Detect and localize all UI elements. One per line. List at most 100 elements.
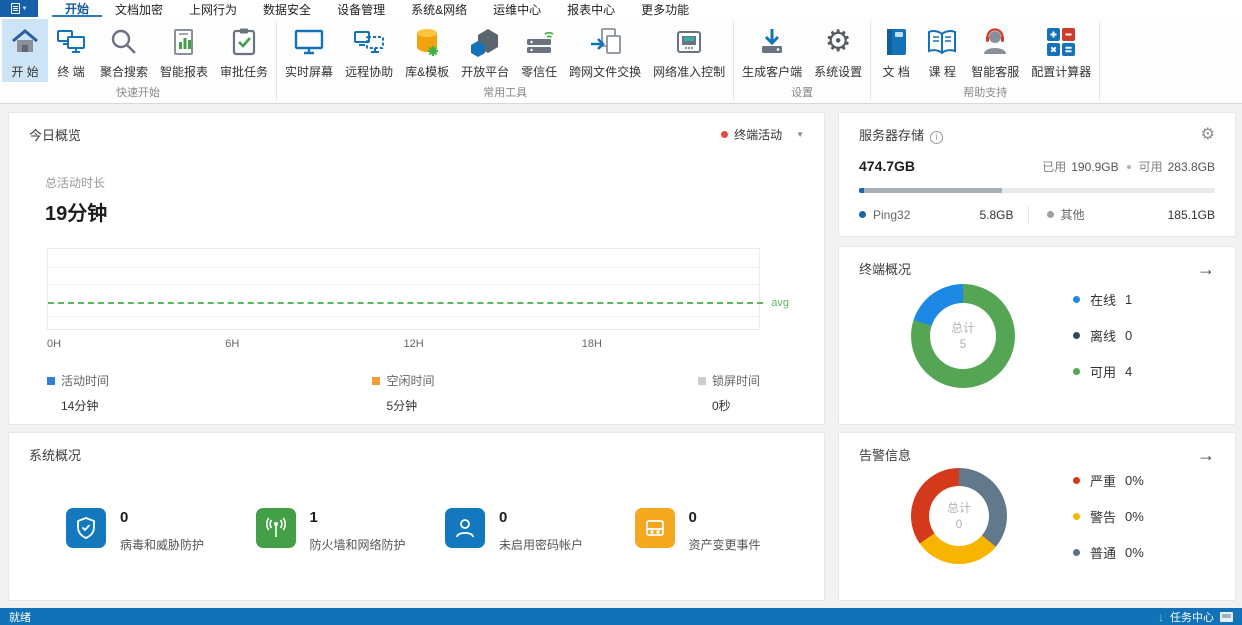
alerts-donut-chart: 总计 0 bbox=[911, 468, 1007, 564]
metric-value: 19分钟 bbox=[45, 197, 824, 226]
stat-firewall-protection[interactable]: 1防火墙和网络防护 bbox=[256, 508, 446, 553]
legend-dot bbox=[1073, 549, 1080, 556]
alerts-legend: 严重0% 警告0% 普通0% bbox=[1073, 471, 1205, 562]
stat-password-accounts[interactable]: 0未启用密码帐户 bbox=[445, 508, 635, 553]
tab-more[interactable]: 更多功能 bbox=[628, 0, 702, 17]
zero-trust-button[interactable]: 零信任 bbox=[515, 19, 563, 82]
task-center-button[interactable]: 任务中心 bbox=[1170, 609, 1214, 625]
legend-dot bbox=[1073, 296, 1080, 303]
terminal-button[interactable]: 终 端 bbox=[48, 19, 94, 82]
legend-dot bbox=[1073, 368, 1080, 375]
shield-check-icon bbox=[66, 508, 106, 548]
gear-icon: ⚙ bbox=[825, 24, 852, 60]
legend-dot bbox=[1073, 477, 1080, 484]
system-stats: 0病毒和威胁防护 1防火墙和网络防护 0未启用密码帐户 0资产变更事件 bbox=[9, 508, 824, 553]
tab-ops-center[interactable]: 运维中心 bbox=[480, 0, 554, 17]
legend-normal: 普通0% bbox=[1073, 543, 1205, 562]
arrow-right-icon[interactable]: → bbox=[1197, 448, 1215, 462]
legend-dot bbox=[1047, 211, 1054, 218]
report-icon bbox=[168, 24, 200, 60]
signal-icon bbox=[256, 508, 296, 548]
terminal-overview-card: 终端概况 → 总计 5 在线1 离线0 bbox=[838, 246, 1236, 425]
legend-available: 可用4 bbox=[1073, 362, 1205, 381]
card-title-terminal: 终端概况 bbox=[859, 259, 911, 278]
today-overview-card: 今日概览 终端活动 ▼ 总活动时长 19分钟 avg bbox=[8, 112, 825, 425]
status-ready-text: 就绪 bbox=[9, 609, 31, 625]
tab-doc-encryption[interactable]: 文档加密 bbox=[102, 0, 176, 17]
ribbon-group-common-tools: 实时屏幕 远程协助 库&模板 开放平台 零信任 bbox=[277, 17, 733, 103]
legend-swatch bbox=[698, 377, 706, 385]
storage-free-value: 283.8GB bbox=[1168, 160, 1215, 174]
alerts-card: 告警信息 → 总计 0 严重0% 警告0% bbox=[838, 432, 1236, 601]
chevron-down-icon: ▼ bbox=[22, 6, 28, 12]
clipboard-check-icon bbox=[228, 24, 260, 60]
total-activity-metric: 总活动时长 19分钟 bbox=[45, 174, 824, 226]
remote-monitors-icon bbox=[352, 24, 386, 60]
system-overview-card: 系统概况 0病毒和威胁防护 1防火墙和网络防护 0未启用密码帐户 bbox=[8, 432, 825, 601]
legend-dot bbox=[859, 211, 866, 218]
live-screen-button[interactable]: 实时屏幕 bbox=[279, 19, 339, 82]
tab-home[interactable]: 开始 bbox=[52, 0, 102, 17]
legend-warning: 警告0% bbox=[1073, 507, 1205, 526]
courses-button[interactable]: 课 程 bbox=[919, 19, 965, 82]
tab-report-center[interactable]: 报表中心 bbox=[554, 0, 628, 17]
stat-virus-protection[interactable]: 0病毒和威胁防护 bbox=[66, 508, 256, 553]
aggregate-search-button[interactable]: 聚合搜索 bbox=[94, 19, 154, 82]
remote-assist-button[interactable]: 远程协助 bbox=[339, 19, 399, 82]
home-icon bbox=[9, 24, 41, 60]
approval-task-button[interactable]: 审批任务 bbox=[214, 19, 274, 82]
user-icon bbox=[445, 508, 485, 548]
storage-legend: Ping32 5.8GB 其他 185.1GB bbox=[859, 206, 1215, 223]
dashboard: 今日概览 终端活动 ▼ 总活动时长 19分钟 avg bbox=[0, 104, 1242, 608]
card-title-system: 系统概况 bbox=[29, 445, 81, 464]
legend-online: 在线1 bbox=[1073, 290, 1205, 309]
card-title-alerts: 告警信息 bbox=[859, 445, 911, 464]
docs-button[interactable]: 文 档 bbox=[873, 19, 919, 82]
menu-tabs: 开始 文档加密 上网行为 数据安全 设备管理 系统&网络 运维中心 报表中心 更… bbox=[52, 0, 702, 17]
x-axis-ticks: 0H 6H 12H 18H bbox=[47, 336, 760, 356]
dot-separator bbox=[1127, 165, 1131, 169]
network-access-control-button[interactable]: 网络准入控制 bbox=[647, 19, 731, 82]
terminal-legend: 在线1 离线0 可用4 bbox=[1073, 290, 1205, 381]
smart-report-button[interactable]: 智能报表 bbox=[154, 19, 214, 82]
generate-client-button[interactable]: 生成客户端 bbox=[736, 19, 808, 82]
library-template-button[interactable]: 库&模板 bbox=[399, 19, 455, 82]
hexagon-icon bbox=[469, 24, 501, 60]
config-calculator-button[interactable]: 配置计算器 bbox=[1025, 19, 1097, 82]
storage-settings-gear-icon[interactable]: ⚙ bbox=[1201, 127, 1215, 143]
download-client-icon bbox=[756, 24, 788, 60]
group-label-quick-start: 快速开始 bbox=[0, 82, 276, 103]
open-platform-button[interactable]: 开放平台 bbox=[455, 19, 515, 82]
legend-swatch bbox=[47, 377, 55, 385]
cross-network-exchange-button[interactable]: 跨网文件交换 bbox=[563, 19, 647, 82]
task-panel-icon[interactable] bbox=[1220, 612, 1233, 622]
stat-asset-changes[interactable]: 0资产变更事件 bbox=[635, 508, 825, 553]
headset-agent-icon bbox=[979, 24, 1011, 60]
ribbon-group-settings: 生成客户端 ⚙ 系统设置 设置 bbox=[734, 17, 870, 103]
ribbon-group-help: 文 档 课 程 智能客服 配置计算器 帮助支持 bbox=[871, 17, 1099, 103]
info-icon[interactable]: i bbox=[930, 131, 943, 144]
smart-support-button[interactable]: 智能客服 bbox=[965, 19, 1025, 82]
activity-filter-dropdown[interactable]: 终端活动 ▼ bbox=[721, 126, 804, 143]
legend-offline: 离线0 bbox=[1073, 326, 1205, 345]
file-exchange-icon bbox=[588, 24, 622, 60]
tab-system-network[interactable]: 系统&网络 bbox=[398, 0, 480, 17]
tab-web-behavior[interactable]: 上网行为 bbox=[176, 0, 250, 17]
home-button[interactable]: 开 始 bbox=[2, 19, 48, 82]
tab-device-mgmt[interactable]: 设备管理 bbox=[324, 0, 398, 17]
status-bar: 就绪 ↓ 任务中心 bbox=[0, 608, 1242, 625]
tab-data-security[interactable]: 数据安全 bbox=[250, 0, 324, 17]
calculator-icon bbox=[1046, 24, 1076, 60]
legend-active-time: 活动时间 14分钟 bbox=[47, 372, 109, 414]
book-icon bbox=[881, 24, 911, 60]
system-settings-button[interactable]: ⚙ 系统设置 bbox=[808, 19, 868, 82]
storage-totals: 474.7GB 已用 190.9GB 可用 283.8GB bbox=[839, 158, 1235, 175]
arrow-right-icon[interactable]: → bbox=[1197, 262, 1215, 276]
app-menu-button[interactable]: ▼ bbox=[0, 0, 38, 17]
avg-label: avg bbox=[771, 297, 789, 309]
filter-dot-icon bbox=[721, 131, 728, 138]
storage-used-value: 190.9GB bbox=[1071, 160, 1118, 174]
legend-idle-time: 空闲时间 5分钟 bbox=[372, 372, 434, 414]
storage-free-label: 可用 bbox=[1139, 158, 1163, 175]
activity-chart: avg 0H 6H 12H 18H bbox=[47, 248, 760, 356]
